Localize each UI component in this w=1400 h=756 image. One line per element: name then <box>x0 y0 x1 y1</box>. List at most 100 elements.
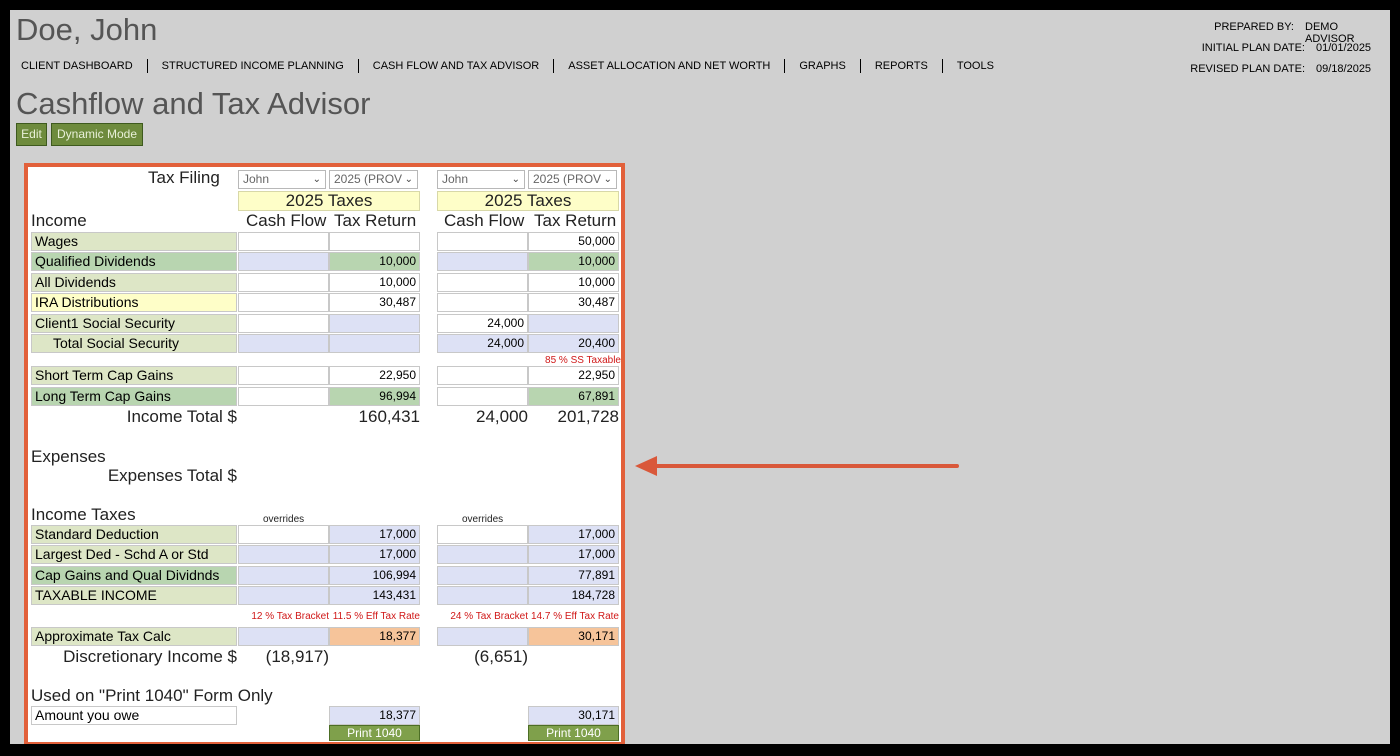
row-label-taxable-income: TAXABLE INCOME <box>31 586 237 605</box>
nav-reports[interactable]: REPORTS <box>875 60 928 72</box>
year-select-1[interactable]: 2025 (PROV ⌄ <box>329 170 418 189</box>
cell-wages-cashflow-1[interactable] <box>238 232 329 251</box>
cell-ira-cashflow-1[interactable] <box>238 293 329 312</box>
cell-std-taxreturn-2: 17,000 <box>528 525 619 544</box>
nav-cash-flow-tax-advisor[interactable]: CASH FLOW AND TAX ADVISOR <box>373 60 539 72</box>
print-1040-button-2[interactable]: Print 1040 <box>528 725 619 741</box>
cell-lt-cashflow-1[interactable] <box>238 387 329 406</box>
cell-ti-override-1 <box>238 586 329 605</box>
nav-tools[interactable]: TOOLS <box>957 60 994 72</box>
plan-info: PREPARED BY: DEMO ADVISOR INITIAL PLAN DA… <box>1190 21 1384 84</box>
cell-qual-cashflow-2 <box>437 252 528 271</box>
cell-st-cashflow-1[interactable] <box>238 366 329 385</box>
dynamic-mode-button[interactable]: Dynamic Mode <box>51 123 143 146</box>
nav-asset-allocation[interactable]: ASSET ALLOCATION AND NET WORTH <box>568 60 770 72</box>
revised-plan-date-value: 09/18/2025 <box>1316 63 1372 75</box>
person-select-2-value: John <box>442 172 469 186</box>
chevron-down-icon: ⌄ <box>404 174 413 185</box>
initial-plan-date-label: INITIAL PLAN DATE: <box>1201 42 1305 54</box>
cell-std-taxreturn-1: 17,000 <box>329 525 420 544</box>
overrides-label-1: overrides <box>263 514 305 525</box>
cell-alldiv-cashflow-1[interactable] <box>238 273 329 292</box>
chevron-down-icon: ⌄ <box>312 174 321 185</box>
tax-filing-label: Tax Filing <box>148 168 220 187</box>
row-label-client1-social-security: Client1 Social Security <box>31 314 237 333</box>
year-select-1-value: 2025 (PROV <box>334 172 403 186</box>
main-nav: CLIENT DASHBOARD STRUCTURED INCOME PLANN… <box>21 58 994 74</box>
cell-ira-taxreturn-1[interactable]: 30,487 <box>329 293 420 312</box>
discretionary-income-2: (6,651) <box>474 647 528 666</box>
cell-wages-taxreturn-1[interactable] <box>329 232 420 251</box>
line-number: 7 <box>28 367 31 379</box>
cell-std-override-2[interactable] <box>437 525 528 544</box>
line-number: 2 <box>28 628 31 640</box>
prepared-by-value: DEMO ADVISOR <box>1305 21 1355 45</box>
expenses-total-label: Expenses Total $ <box>107 466 237 485</box>
person-select-1[interactable]: John ⌄ <box>238 170 326 189</box>
cell-st-cashflow-2[interactable] <box>437 366 528 385</box>
line-number: 1 <box>28 546 31 558</box>
client-name: Doe, John <box>16 12 158 47</box>
line-number: 4 <box>28 294 31 306</box>
income-total-cashflow-2: 24,000 <box>476 407 528 426</box>
cell-ira-cashflow-2[interactable] <box>437 293 528 312</box>
cell-qual-taxreturn-2: 10,000 <box>528 252 619 271</box>
cell-st-taxreturn-1[interactable]: 22,950 <box>329 366 420 385</box>
print-1040-button-1[interactable]: Print 1040 <box>329 725 420 741</box>
prepared-by-label: PREPARED BY: <box>1214 21 1294 33</box>
nav-structured-income-planning[interactable]: STRUCTURED INCOME PLANNING <box>162 60 344 72</box>
year-select-2-value: 2025 (PROV <box>533 172 602 186</box>
cell-lt-cashflow-2[interactable] <box>437 387 528 406</box>
line-number: 6 <box>28 335 31 347</box>
nav-graphs[interactable]: GRAPHS <box>799 60 845 72</box>
cell-lded-override-1 <box>238 545 329 564</box>
cell-ss1-cashflow-2[interactable]: 24,000 <box>437 314 528 333</box>
row-label-ira-distributions: IRA Distributions <box>31 293 237 312</box>
cell-lt-taxreturn-2: 67,891 <box>528 387 619 406</box>
nav-divider <box>784 59 786 73</box>
income-total-2: 201,728 <box>557 407 619 426</box>
page-title: Cashflow and Tax Advisor <box>16 86 371 121</box>
nav-client-dashboard[interactable]: CLIENT DASHBOARD <box>21 60 133 72</box>
nav-divider <box>859 59 861 73</box>
cell-lded-override-2 <box>437 545 528 564</box>
year-select-2[interactable]: 2025 (PROV ⌄ <box>528 170 617 189</box>
chevron-down-icon: ⌄ <box>511 174 520 185</box>
cell-alldiv-cashflow-2[interactable] <box>437 273 528 292</box>
nav-divider <box>357 59 359 73</box>
cell-atc-override-1 <box>238 627 329 646</box>
cell-atc-override-2 <box>437 627 528 646</box>
row-label-amount-you-owe: Amount you owe <box>31 706 237 725</box>
tax-panel: Tax Filing John ⌄ 2025 (PROV ⌄ John ⌄ 2025 … <box>24 163 625 744</box>
row-label-all-dividends: All Dividends <box>31 273 237 292</box>
nav-divider <box>941 59 943 73</box>
row-label-long-term-cap-gains: Long Term Cap Gains <box>31 387 237 406</box>
cell-wages-taxreturn-2[interactable]: 50,000 <box>528 232 619 251</box>
income-total-1: 160,431 <box>358 407 420 426</box>
line-number: 6 <box>28 314 31 326</box>
eff-tax-rate-2: 14.7 % Eff Tax Rate <box>530 611 619 622</box>
cell-qual-cashflow-1 <box>238 252 329 271</box>
person-select-2[interactable]: John ⌄ <box>437 170 525 189</box>
col-tax-return-1: Tax Return <box>334 211 417 230</box>
cell-cgq-override-2 <box>437 566 528 585</box>
cell-std-override-1[interactable] <box>238 525 329 544</box>
col-cash-flow-2: Cash Flow <box>444 211 525 230</box>
cell-wages-cashflow-2[interactable] <box>437 232 528 251</box>
line-number: 1 <box>28 233 31 245</box>
tax-bracket-1: 12 % Tax Bracket <box>251 611 329 622</box>
overrides-label-2: overrides <box>462 514 504 525</box>
cell-ss1-cashflow-1[interactable] <box>238 314 329 333</box>
cell-qual-taxreturn-1: 10,000 <box>329 252 420 271</box>
edit-button[interactable]: Edit <box>16 123 47 146</box>
cell-lded-taxreturn-2: 17,000 <box>528 545 619 564</box>
cell-ira-taxreturn-2[interactable]: 30,487 <box>528 293 619 312</box>
cell-st-taxreturn-2[interactable]: 22,950 <box>528 366 619 385</box>
cell-cgq-taxreturn-1: 106,994 <box>329 566 420 585</box>
cell-alldiv-taxreturn-2[interactable]: 10,000 <box>528 273 619 292</box>
cell-alldiv-taxreturn-1[interactable]: 10,000 <box>329 273 420 292</box>
expenses-header: Expenses <box>31 447 106 466</box>
nav-divider <box>146 59 148 73</box>
cell-cgq-taxreturn-2: 77,891 <box>528 566 619 585</box>
row-label-wages: Wages <box>31 232 237 251</box>
